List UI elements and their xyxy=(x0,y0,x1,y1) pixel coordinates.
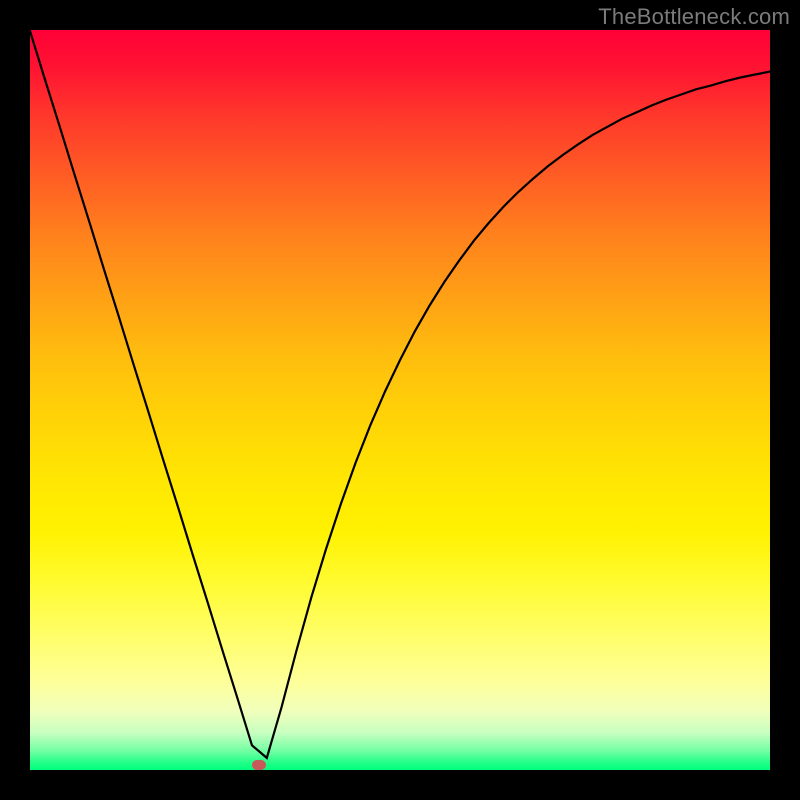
gradient-plot-area xyxy=(30,30,770,770)
minimum-marker xyxy=(252,760,266,770)
bottleneck-curve xyxy=(30,30,770,770)
watermark-text: TheBottleneck.com xyxy=(598,4,790,30)
